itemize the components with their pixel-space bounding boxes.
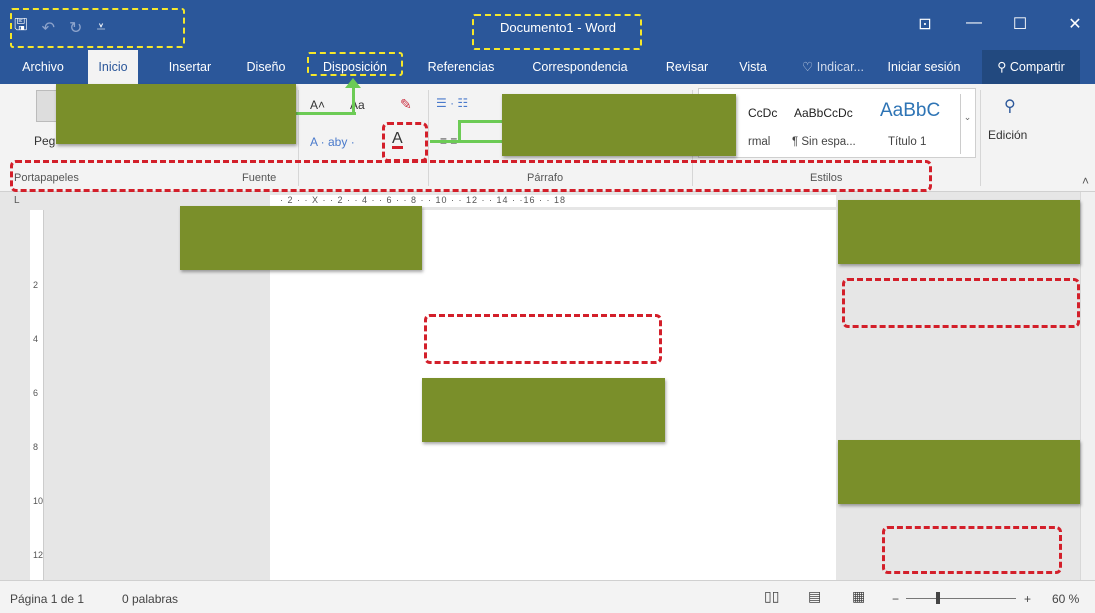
label-block (180, 206, 422, 270)
tab-revisar[interactable]: Revisar (656, 50, 718, 84)
style-normal-sample[interactable]: CcDc (748, 106, 777, 120)
highlight-title (472, 14, 642, 50)
tab-inicio[interactable]: Inicio (88, 50, 138, 84)
highlight-group-labels (10, 160, 932, 192)
highlight-scroll-area (842, 278, 1080, 328)
divider (980, 90, 981, 186)
grow-font-button[interactable]: A˄ (310, 98, 325, 112)
vruler-mark: 2 (33, 280, 39, 290)
label-block (422, 378, 665, 442)
clear-format-icon[interactable]: ✎ (400, 96, 412, 113)
share-button[interactable]: ⚲ Compartir (982, 50, 1080, 84)
text-effects-button[interactable]: A · aby · (310, 135, 355, 149)
highlight-page-body (424, 314, 662, 364)
search-icon[interactable]: ⚲ (1004, 96, 1016, 116)
tab-correspondencia[interactable]: Correspondencia (520, 50, 640, 84)
zoom-slider[interactable] (906, 598, 1016, 599)
maximize-icon[interactable]: ☐ (1000, 14, 1040, 34)
lightbulb-icon: ♡ (802, 60, 814, 74)
style-no-spacing-sample[interactable]: AaBbCcDc (794, 106, 853, 120)
word-window: 🖫 ↶ ↻ ⩡ Documento1 - Word ⊡ — ☐ ✕ Archiv… (0, 0, 1095, 613)
styles-scroll-icon[interactable]: ⌄ (960, 94, 974, 154)
vruler-mark: 10 (33, 496, 44, 506)
ribbon-tabs: Archivo Inicio Insertar Diseño Disposici… (0, 50, 1095, 84)
vruler-mark: 12 (33, 550, 44, 560)
tab-diseno[interactable]: Diseño (238, 50, 294, 84)
label-block (838, 200, 1080, 264)
style-no-spacing-label[interactable]: ¶ Sin espa... (792, 136, 856, 148)
tab-insertar[interactable]: Insertar (160, 50, 220, 84)
editing-button[interactable]: Edición (988, 128, 1027, 142)
vruler-mark: 6 (33, 388, 39, 398)
connector-line (430, 140, 504, 143)
vruler-mark: 8 (33, 442, 39, 452)
style-normal-label[interactable]: rmal (748, 136, 770, 148)
paste-button[interactable]: Peg (34, 134, 55, 148)
tab-archivo[interactable]: Archivo (12, 50, 74, 84)
read-mode-icon[interactable]: ▯▯ (764, 588, 779, 605)
bullets-button[interactable]: ☰ · ☷ (436, 96, 468, 110)
connector-line (458, 120, 502, 123)
close-icon[interactable]: ✕ (1055, 14, 1095, 34)
highlight-font-color (382, 122, 428, 162)
ribbon-display-options-icon[interactable]: ⊡ (905, 14, 945, 34)
print-layout-icon[interactable]: ▤ (808, 588, 821, 605)
page-count[interactable]: Página 1 de 1 (10, 592, 84, 606)
tab-referencias[interactable]: Referencias (420, 50, 502, 84)
label-block (502, 94, 736, 156)
connector-line (352, 84, 355, 114)
highlight-quick-access (10, 8, 185, 48)
zoom-level[interactable]: 60 % (1052, 592, 1079, 606)
zoom-out-icon[interactable]: − (892, 592, 899, 606)
share-label: Compartir (1009, 60, 1065, 74)
label-block (56, 84, 296, 144)
zoom-in-icon[interactable]: + (1024, 592, 1031, 606)
style-title1-sample[interactable]: AaBbC (880, 100, 940, 122)
tell-me-box[interactable]: ♡ Indicar... (790, 50, 876, 84)
highlight-disposicion-tab (307, 52, 403, 76)
tab-vista[interactable]: Vista (730, 50, 776, 84)
sign-in-link[interactable]: Iniciar sesión (876, 50, 972, 84)
arrow-up-icon (345, 78, 361, 88)
ruler-marks: · 2 · · X · · 2 · · 4 · · 6 · · 8 · · 10… (280, 195, 567, 205)
style-title1-label[interactable]: Título 1 (888, 136, 926, 148)
web-layout-icon[interactable]: ▦ (852, 588, 865, 605)
tab-selector-icon[interactable]: L (14, 195, 20, 206)
vruler-mark: 4 (33, 334, 39, 344)
collapse-ribbon-icon[interactable]: ˄ (1082, 174, 1089, 188)
connector-line (296, 112, 356, 115)
connector-line (458, 120, 461, 142)
word-count[interactable]: 0 palabras (122, 592, 178, 606)
highlight-zoom-area (882, 526, 1062, 574)
zoom-slider-thumb[interactable] (936, 592, 940, 604)
minimize-icon[interactable]: — (954, 14, 994, 32)
share-person-icon: ⚲ (997, 60, 1007, 74)
label-block (838, 440, 1080, 504)
vertical-scrollbar[interactable] (1080, 192, 1095, 580)
tell-me-label: Indicar... (816, 60, 864, 74)
